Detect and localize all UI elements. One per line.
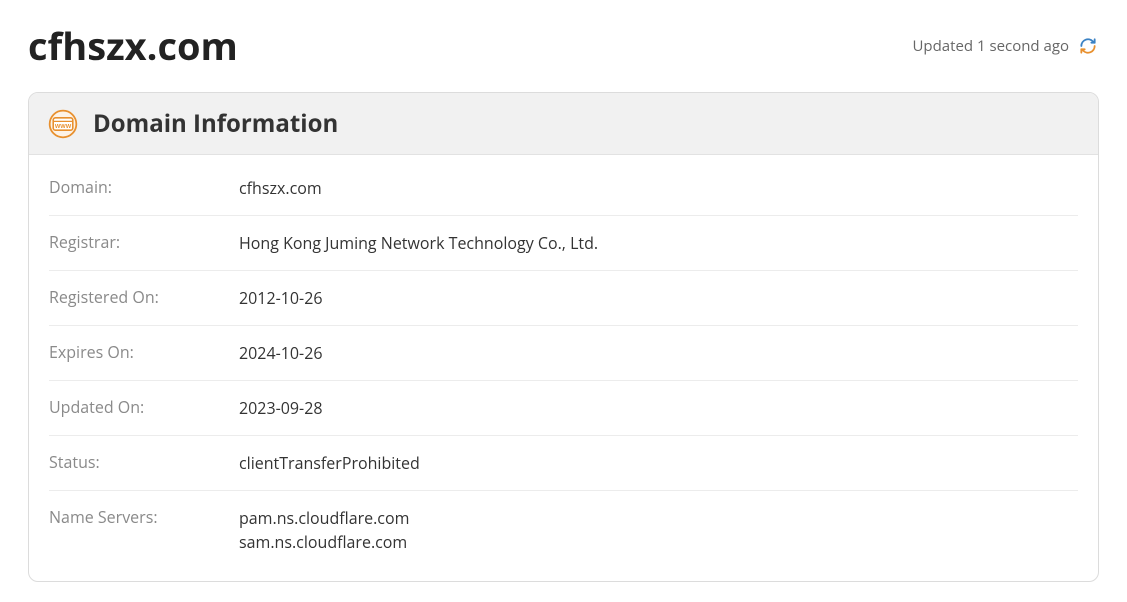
refresh-icon — [1078, 36, 1098, 56]
panel-header: WWW Domain Information — [29, 93, 1098, 155]
svg-text:WWW: WWW — [55, 124, 72, 130]
name-server-2: sam.ns.cloudflare.com — [239, 530, 409, 554]
row-domain: Domain: cfhszx.com — [49, 161, 1078, 216]
row-registered-on: Registered On: 2012-10-26 — [49, 271, 1078, 326]
value-updated-on: 2023-09-28 — [239, 396, 322, 420]
row-name-servers: Name Servers: pam.ns.cloudflare.com sam.… — [49, 491, 1078, 569]
label-registrar: Registrar: — [49, 231, 239, 253]
name-server-1: pam.ns.cloudflare.com — [239, 506, 409, 530]
updated-text: Updated 1 second ago — [913, 36, 1070, 56]
label-expires-on: Expires On: — [49, 341, 239, 363]
www-icon: WWW — [47, 108, 79, 140]
label-status: Status: — [49, 451, 239, 473]
updated-status: Updated 1 second ago — [913, 35, 1100, 57]
label-name-servers: Name Servers: — [49, 506, 239, 528]
value-status: clientTransferProhibited — [239, 451, 420, 475]
value-registrar: Hong Kong Juming Network Technology Co.,… — [239, 231, 598, 255]
label-domain: Domain: — [49, 176, 239, 198]
value-registered-on: 2012-10-26 — [239, 286, 322, 310]
row-registrar: Registrar: Hong Kong Juming Network Tech… — [49, 216, 1078, 271]
value-expires-on: 2024-10-26 — [239, 341, 322, 365]
row-status: Status: clientTransferProhibited — [49, 436, 1078, 491]
refresh-button[interactable] — [1077, 35, 1099, 57]
label-registered-on: Registered On: — [49, 286, 239, 308]
row-expires-on: Expires On: 2024-10-26 — [49, 326, 1078, 381]
panel-title: Domain Information — [93, 107, 338, 140]
domain-title: cfhszx.com — [28, 20, 238, 72]
value-domain: cfhszx.com — [239, 176, 322, 200]
value-name-servers: pam.ns.cloudflare.com sam.ns.cloudflare.… — [239, 506, 409, 554]
page-header: cfhszx.com Updated 1 second ago — [28, 20, 1099, 72]
row-updated-on: Updated On: 2023-09-28 — [49, 381, 1078, 436]
label-updated-on: Updated On: — [49, 396, 239, 418]
domain-info-panel: WWW Domain Information Domain: cfhszx.co… — [28, 92, 1099, 582]
info-rows: Domain: cfhszx.com Registrar: Hong Kong … — [29, 155, 1098, 581]
